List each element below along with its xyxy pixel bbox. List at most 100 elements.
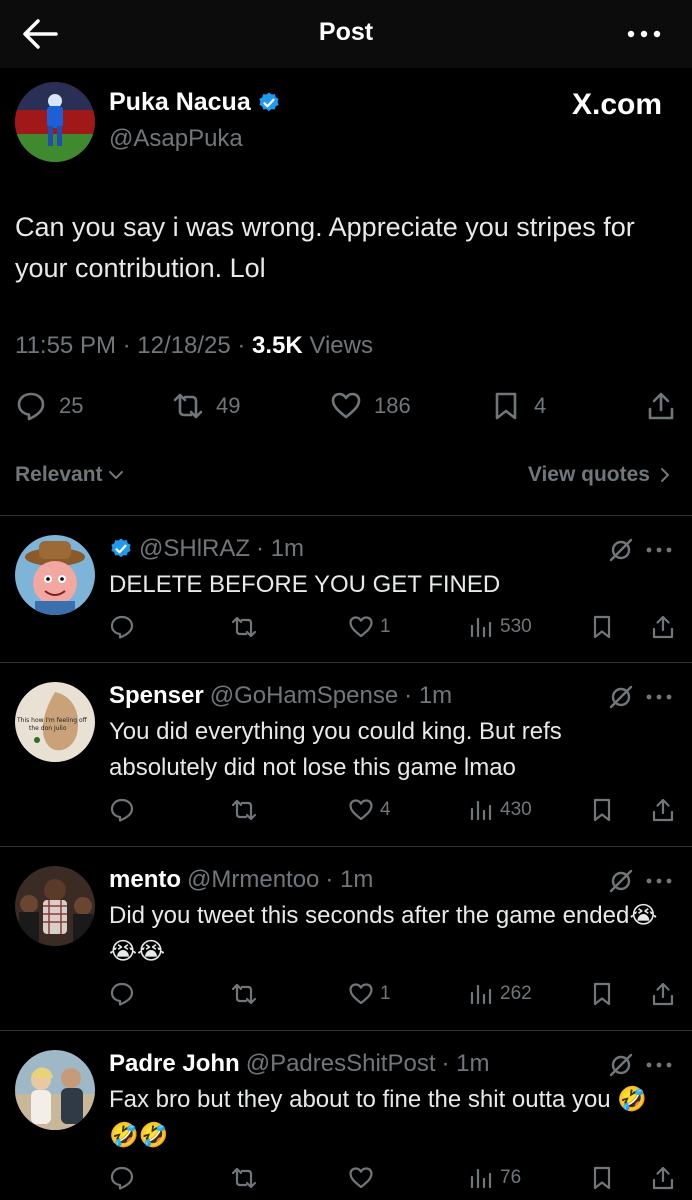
more-options-icon[interactable] xyxy=(644,1052,674,1078)
author-avatar[interactable] xyxy=(15,82,95,162)
reply-like-button[interactable]: 1 xyxy=(348,614,391,640)
heart-icon xyxy=(349,799,373,821)
share-icon xyxy=(652,982,674,1006)
bookmark-icon xyxy=(593,798,611,822)
post-text: Can you say i was wrong. Appreciate you … xyxy=(15,212,635,283)
avatar[interactable] xyxy=(15,535,95,615)
analytics-icon xyxy=(470,1168,492,1189)
reply-time: · 1m xyxy=(325,866,374,893)
reply-handle[interactable]: @SHlRAZ xyxy=(139,535,250,563)
reply-like-button[interactable] xyxy=(348,1165,380,1191)
grok-icon[interactable] xyxy=(608,868,634,894)
reply-share-button[interactable] xyxy=(650,1165,676,1191)
grok-icon[interactable] xyxy=(608,684,634,710)
reply-like-button[interactable]: 4 xyxy=(348,797,391,823)
share-button[interactable] xyxy=(645,389,677,423)
share-icon xyxy=(648,392,674,420)
reply-time: · 1m xyxy=(256,535,305,562)
reply-name[interactable]: mento xyxy=(109,866,181,894)
reply-text: Did you tweet this seconds after the gam… xyxy=(109,902,658,965)
sort-dropdown[interactable]: Relevant xyxy=(15,463,125,487)
reply-header: Spenser @GoHamSpense · 1m xyxy=(109,682,452,710)
reply-views[interactable]: 430 xyxy=(468,797,532,823)
repost-icon xyxy=(231,616,257,638)
author-name[interactable]: Puka Nacua xyxy=(109,88,281,117)
reply-like-count: 1 xyxy=(380,616,391,637)
reply-repost-button[interactable] xyxy=(231,614,257,640)
avatar[interactable]: This how I'm feeling off the don Julio xyxy=(15,682,95,762)
svg-text:the don Julio: the don Julio xyxy=(29,725,67,732)
reply-views[interactable]: 76 xyxy=(468,1165,521,1191)
reply-bookmark-button[interactable] xyxy=(589,981,615,1007)
reply-text: DELETE BEFORE YOU GET FINED xyxy=(109,571,501,598)
reply-icon xyxy=(110,982,134,1006)
reply-repost-button[interactable] xyxy=(231,797,257,823)
reply-views[interactable]: 262 xyxy=(468,981,532,1007)
avatar[interactable] xyxy=(15,1050,95,1130)
repost-button[interactable]: 49 xyxy=(172,389,240,423)
reply-repost-button[interactable] xyxy=(231,1165,257,1191)
bookmark-icon xyxy=(593,982,611,1006)
reply-share-button[interactable] xyxy=(650,981,676,1007)
grok-icon[interactable] xyxy=(608,537,634,563)
author-handle[interactable]: @AsapPuka xyxy=(109,125,243,153)
author-name-text: Puka Nacua xyxy=(109,88,251,116)
reply-like-button[interactable]: 1 xyxy=(348,981,391,1007)
chevron-right-icon xyxy=(661,468,669,482)
reply-name[interactable]: Padre John xyxy=(109,1050,240,1078)
reply-reply-button[interactable] xyxy=(109,981,135,1007)
reply-bookmark-button[interactable] xyxy=(589,1165,615,1191)
reply-count: 25 xyxy=(59,393,84,418)
more-options-icon[interactable] xyxy=(644,537,674,563)
grok-icon[interactable] xyxy=(608,1052,634,1078)
reply-bookmark-button[interactable] xyxy=(589,797,615,823)
post-timestamp: 11:55 PM · 12/18/25 · xyxy=(15,332,253,359)
reply-reply-button[interactable] xyxy=(109,614,135,640)
divider xyxy=(0,515,692,516)
reply-handle[interactable]: @PadresShitPost xyxy=(246,1050,436,1078)
more-options-icon[interactable] xyxy=(644,684,674,710)
heart-icon xyxy=(349,983,373,1005)
reply-button[interactable]: 25 xyxy=(15,389,83,423)
top-bar: Post xyxy=(0,0,692,68)
reply-like-count: 4 xyxy=(380,799,391,820)
reply-reply-button[interactable] xyxy=(109,1165,135,1191)
avatar[interactable] xyxy=(15,866,95,946)
reply-name[interactable]: Spenser xyxy=(109,682,204,710)
reply-handle[interactable]: @GoHamSpense xyxy=(210,682,398,710)
reply-like-count: 1 xyxy=(380,983,391,1004)
reply-handle[interactable]: @Mrmentoo xyxy=(187,866,319,894)
repost-icon xyxy=(231,983,257,1005)
reply-views-count: 430 xyxy=(500,799,532,820)
analytics-icon xyxy=(470,800,492,821)
reply-share-button[interactable] xyxy=(650,614,676,640)
more-options-icon[interactable] xyxy=(624,20,664,48)
reply-repost-button[interactable] xyxy=(231,981,257,1007)
views-label: Views xyxy=(302,332,373,359)
view-quotes-label: View quotes xyxy=(527,463,650,486)
divider xyxy=(0,1030,692,1031)
analytics-icon xyxy=(470,617,492,638)
share-icon xyxy=(652,1166,674,1190)
more-options-icon[interactable] xyxy=(644,868,674,894)
reply-header: Padre John @PadresShitPost · 1m xyxy=(109,1050,490,1078)
bookmark-icon xyxy=(593,615,611,639)
reply-header: @SHlRAZ · 1m xyxy=(109,535,304,563)
bookmark-button[interactable]: 4 xyxy=(490,389,546,423)
views-count[interactable]: 3.5K xyxy=(252,332,303,359)
reply-icon xyxy=(110,615,134,639)
reply-bookmark-button[interactable] xyxy=(589,614,615,640)
verified-badge-icon xyxy=(259,92,279,111)
reply-share-button[interactable] xyxy=(650,797,676,823)
like-count: 186 xyxy=(374,393,411,418)
heart-icon xyxy=(349,616,373,638)
repost-icon xyxy=(173,393,203,419)
like-button[interactable]: 186 xyxy=(330,389,411,423)
reply-views[interactable]: 530 xyxy=(468,614,532,640)
view-quotes-link[interactable]: View quotes xyxy=(528,463,672,487)
divider xyxy=(0,846,692,847)
reply-icon xyxy=(110,1166,134,1190)
reply-reply-button[interactable] xyxy=(109,797,135,823)
reply-icon xyxy=(110,798,134,822)
share-icon xyxy=(652,798,674,822)
